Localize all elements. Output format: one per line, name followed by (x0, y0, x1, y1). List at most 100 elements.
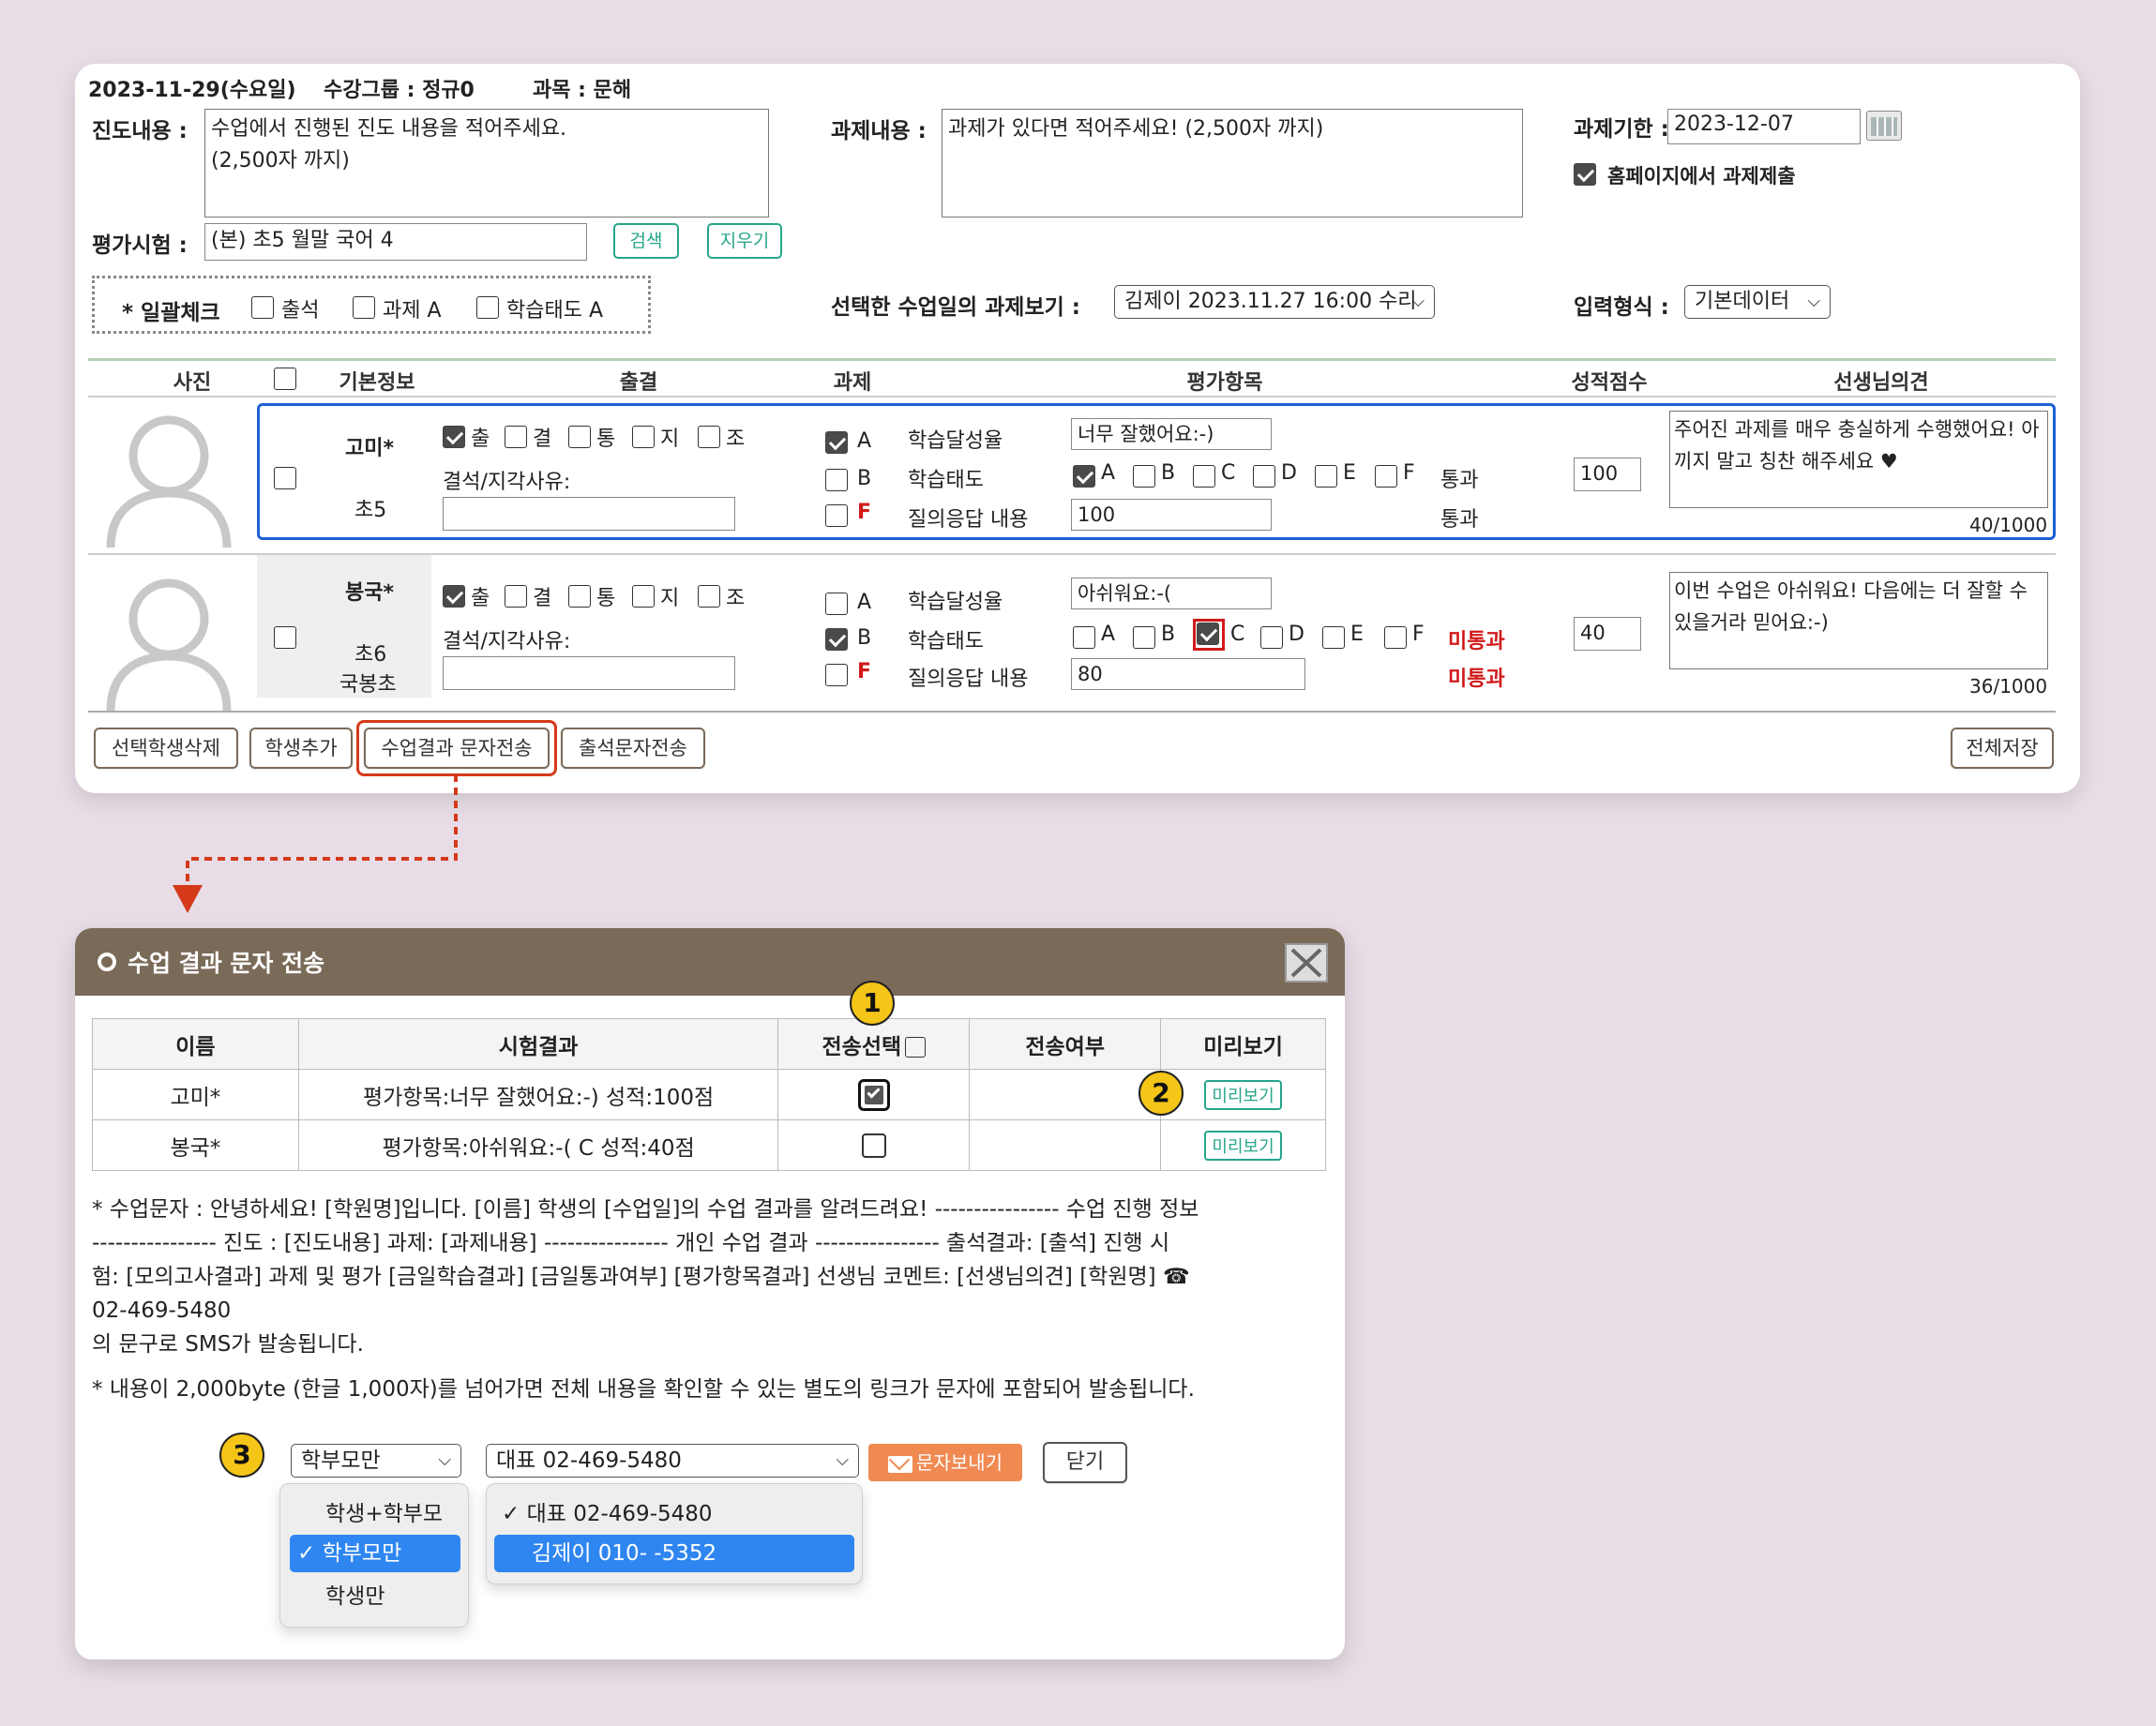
grade-a-label: A (1101, 623, 1116, 646)
recipient-option[interactable]: 학생+학부모 (325, 1495, 443, 1527)
student-name: 봉국* (345, 581, 394, 605)
grade-c-checkbox[interactable] (1193, 465, 1215, 488)
grade-f-checkbox[interactable] (1384, 626, 1407, 649)
homework-a-checkbox[interactable] (825, 593, 848, 615)
recipient-option[interactable]: 학생만 (325, 1578, 384, 1610)
bulk-attitude-checkbox[interactable] (476, 296, 499, 319)
add-student-button[interactable]: 학생추가 (249, 728, 353, 769)
sender-dropdown: ✓ 대표 02-469-5480 김제이 010- -5352 (486, 1483, 863, 1584)
col-score: 성적점수 (1571, 371, 1648, 395)
homework-b-checkbox[interactable] (825, 628, 848, 651)
pass-status-2: 통과 (1440, 508, 1479, 532)
bulk-attend-checkbox[interactable] (251, 296, 274, 319)
qa-input[interactable]: 100 (1071, 499, 1272, 531)
progress-placeholder: 수업에서 진행된 진도 내용을 적어주세요. (211, 117, 567, 141)
delete-selected-button[interactable]: 선택학생삭제 (94, 728, 238, 769)
teacher-comment-textarea[interactable]: 이번 수업은 아쉬워요! 다음에는 더 잘할 수 있을거라 믿어요:-) (1669, 572, 2048, 669)
col-photo: 사진 (173, 371, 212, 395)
score-input[interactable]: 100 (1574, 458, 1641, 491)
recipient-select[interactable]: 학부모만 ⌵ (291, 1444, 461, 1478)
student-select-checkbox[interactable] (274, 626, 296, 649)
sms-result-button[interactable]: 수업결과 문자전송 (364, 728, 550, 769)
bulk-homework-checkbox[interactable] (353, 296, 375, 319)
homepage-submit-checkbox[interactable] (1574, 163, 1596, 186)
recipient-option-label: 학부모만 (322, 1541, 402, 1566)
input-type-select[interactable]: 기본데이터 ⌵ (1684, 285, 1831, 319)
progress-textarea[interactable]: 수업에서 진행된 진도 내용을 적어주세요. (2,500자 까지) (204, 109, 769, 218)
sms-attend-button[interactable]: 출석문자전송 (561, 728, 705, 769)
grade-e-checkbox[interactable] (1322, 626, 1345, 649)
teacher-comment-textarea[interactable]: 주어진 과제를 매우 충실하게 수행했어요! 아끼지 말고 칭찬 해주세요 ♥ (1669, 411, 2048, 508)
homework-a-checkbox[interactable] (825, 431, 848, 454)
attend-pass-checkbox[interactable] (568, 585, 591, 608)
absence-reason-input[interactable] (443, 497, 735, 531)
send-sms-button[interactable]: 문자보내기 (868, 1444, 1022, 1481)
sms-modal: 수업 결과 문자 전송 이름 시험결과 전송선택 전송여부 미리보기 고미* 평… (75, 928, 1345, 1659)
student-select-checkbox[interactable] (274, 467, 296, 489)
attend-present-checkbox[interactable] (443, 585, 465, 608)
qa-input[interactable]: 80 (1071, 658, 1305, 690)
grade-b-checkbox[interactable] (1133, 626, 1155, 649)
absence-reason-label: 결석/지각사유: (443, 471, 571, 494)
preview-button[interactable]: 미리보기 (1204, 1079, 1282, 1110)
attend-early-label: 조 (726, 587, 746, 610)
preview-button[interactable]: 미리보기 (1204, 1130, 1282, 1161)
grade-e-label: E (1343, 461, 1356, 485)
close-icon[interactable] (1285, 943, 1328, 983)
grade-c-checkbox[interactable] (1197, 623, 1219, 645)
absence-reason-input[interactable] (443, 656, 735, 690)
preview-cell: 미리보기 (1160, 1069, 1326, 1120)
attend-early-checkbox[interactable] (698, 585, 720, 608)
chevron-down-icon: ⌵ (1807, 292, 1820, 311)
attend-absent-checkbox[interactable] (505, 585, 527, 608)
grade-b-checkbox[interactable] (1133, 465, 1155, 488)
calendar-icon[interactable] (1866, 111, 1902, 141)
sender-select[interactable]: 대표 02-469-5480 ⌵ (486, 1444, 859, 1478)
homework-b-checkbox[interactable] (825, 469, 848, 491)
pass-status: 미통과 (1448, 630, 1505, 653)
exam-search-button[interactable]: 검색 (613, 223, 679, 259)
assignment-placeholder: 과제가 있다면 적어주세요! (2,500자 까지) (948, 117, 1324, 141)
achievement-input[interactable]: 너무 잘했어요:-) (1071, 418, 1272, 450)
grade-e-checkbox[interactable] (1315, 465, 1337, 488)
grade-a-checkbox[interactable] (1073, 465, 1095, 488)
recipient-option-selected[interactable]: ✓ 학부모만 (290, 1535, 460, 1572)
subject: 과목 : 문해 (533, 79, 632, 102)
input-type-label: 입력형식 : (1574, 295, 1669, 320)
attend-present-checkbox[interactable] (443, 426, 465, 448)
exam-input[interactable]: (본) 초5 월말 국어 4 (204, 223, 587, 261)
deadline-input[interactable]: 2023-12-07 (1667, 109, 1861, 144)
table-row: 봉국* 평가항목:아쉬워요:-( C 성적:40점 미리보기 (92, 1119, 1326, 1171)
save-all-button[interactable]: 전체저장 (1951, 728, 2054, 769)
row-divider (88, 396, 2056, 398)
send-cell (777, 1069, 971, 1120)
grade-a-checkbox[interactable] (1073, 626, 1095, 649)
sender-option[interactable]: 김제이 010- -5352 (494, 1535, 854, 1572)
homework-f-checkbox[interactable] (825, 504, 848, 527)
modal-title: 수업 결과 문자 전송 (128, 950, 325, 977)
homework-f-checkbox[interactable] (825, 664, 848, 686)
send-checkbox[interactable] (861, 1133, 886, 1158)
achievement-input[interactable]: 아쉬워요:-( (1071, 578, 1272, 609)
send-checkbox-checked[interactable] (857, 1078, 890, 1111)
assignment-textarea[interactable]: 과제가 있다면 적어주세요! (2,500자 까지) (942, 109, 1523, 218)
attend-pass-checkbox[interactable] (568, 426, 591, 448)
exam-clear-button[interactable]: 지우기 (707, 223, 782, 259)
attend-early-checkbox[interactable] (698, 426, 720, 448)
lesson-date: 2023-11-29(수요일) (88, 79, 296, 102)
grade-b-label: B (1161, 461, 1176, 485)
attend-late-checkbox[interactable] (632, 585, 655, 608)
select-all-checkbox[interactable] (274, 368, 296, 390)
attend-present-label: 출 (471, 587, 490, 610)
attend-absent-checkbox[interactable] (505, 426, 527, 448)
grade-f-checkbox[interactable] (1375, 465, 1397, 488)
grade-d-checkbox[interactable] (1260, 626, 1283, 649)
attend-late-checkbox[interactable] (632, 426, 655, 448)
grade-d-checkbox[interactable] (1253, 465, 1275, 488)
select-all-send-checkbox[interactable] (905, 1037, 927, 1058)
view-homework-select[interactable]: 김제이 2023.11.27 16:00 수리 ⌵ (1114, 285, 1435, 319)
attend-late-label: 지 (660, 428, 680, 451)
sender-option-selected[interactable]: ✓ 대표 02-469-5480 (502, 1495, 713, 1527)
close-button[interactable]: 닫기 (1043, 1442, 1127, 1483)
score-input[interactable]: 40 (1574, 617, 1641, 651)
